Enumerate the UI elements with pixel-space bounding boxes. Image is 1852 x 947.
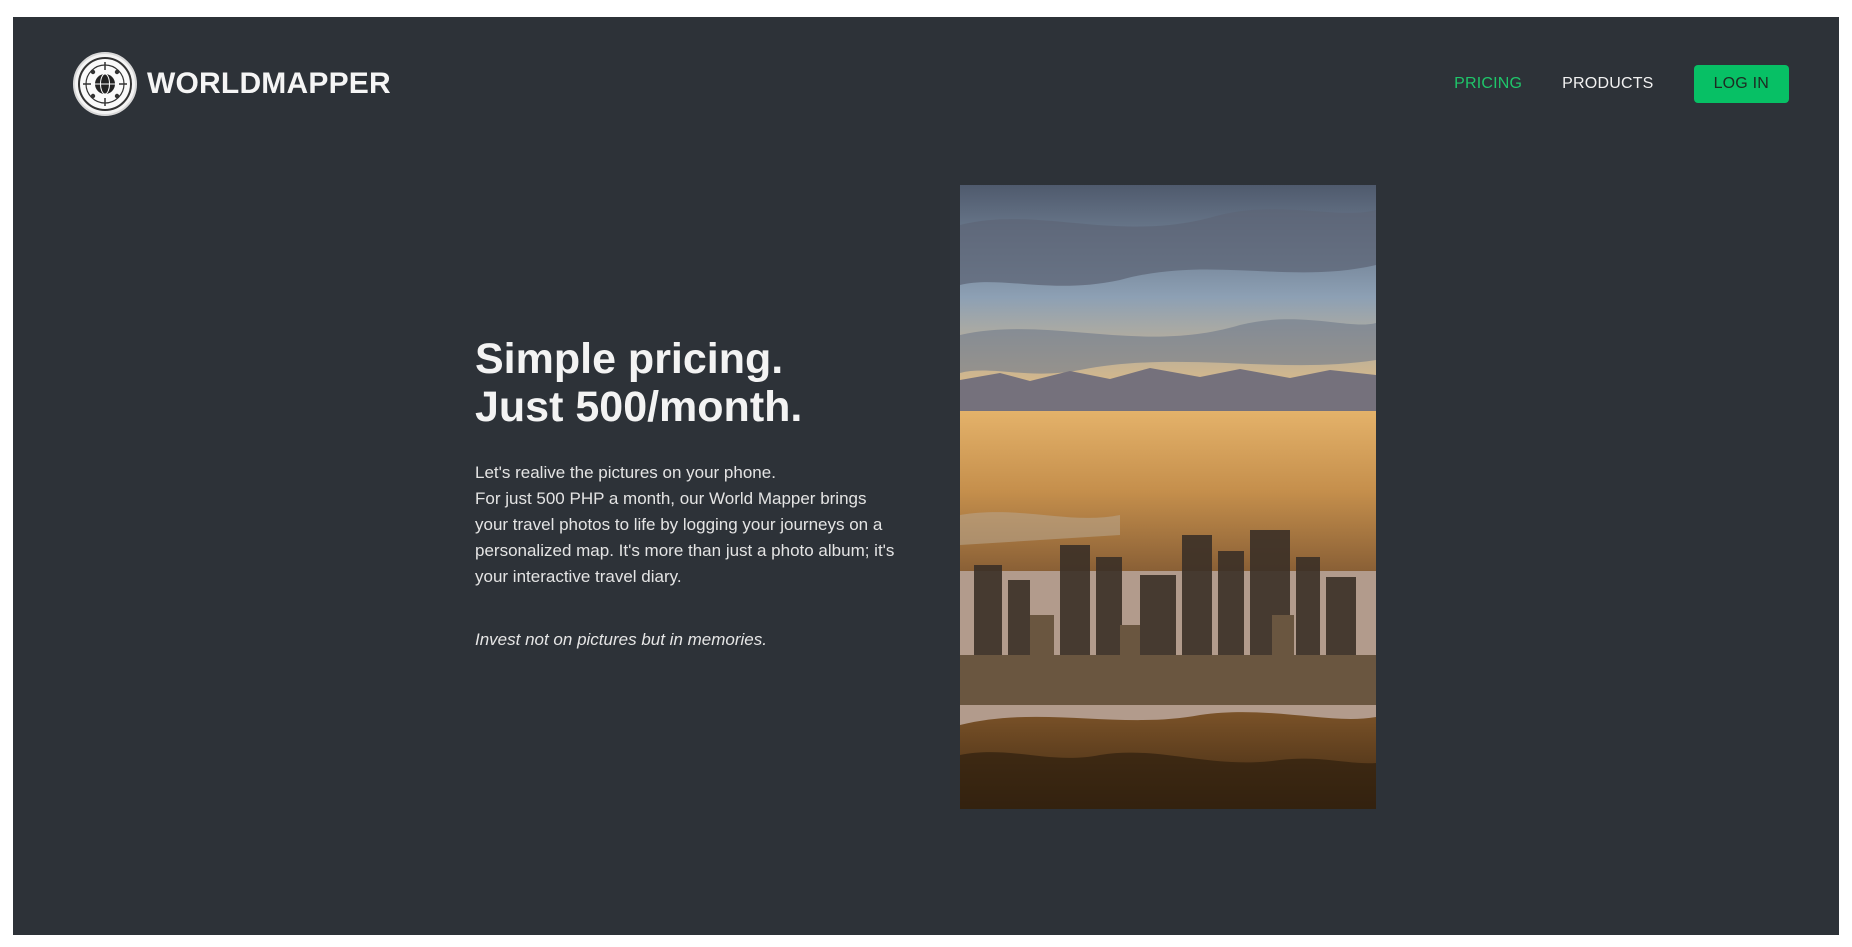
city-skyline-sunrise-photo [960, 185, 1376, 809]
login-button[interactable]: LOG IN [1693, 65, 1789, 103]
hero-body-text: For just 500 PHP a month, our World Mapp… [475, 489, 895, 586]
globe-seal-icon [73, 52, 137, 116]
hero-intro: Let's realive the pictures on your phone… [475, 463, 776, 482]
hero-heading-line-1: Simple pricing. [475, 335, 784, 383]
hero-heading-line-2: Just 500/month. [475, 383, 803, 431]
main-nav: PRICING PRODUCTS LOG IN [1414, 65, 1789, 103]
nav-link-products[interactable]: PRODUCTS [1562, 75, 1653, 93]
brand-logo-link[interactable]: WORLDMAPPER [73, 52, 391, 116]
page-container: WORLDMAPPER PRICING PRODUCTS LOG IN Simp… [13, 17, 1839, 935]
nav-link-pricing[interactable]: PRICING [1454, 75, 1522, 93]
hero-description: Let's realive the pictures on your phone… [475, 460, 895, 590]
brand-name: WORLDMAPPER [147, 67, 391, 100]
hero-heading: Simple pricing. Just 500/month. [475, 335, 802, 431]
hero-tagline: Invest not on pictures but in memories. [475, 630, 767, 649]
